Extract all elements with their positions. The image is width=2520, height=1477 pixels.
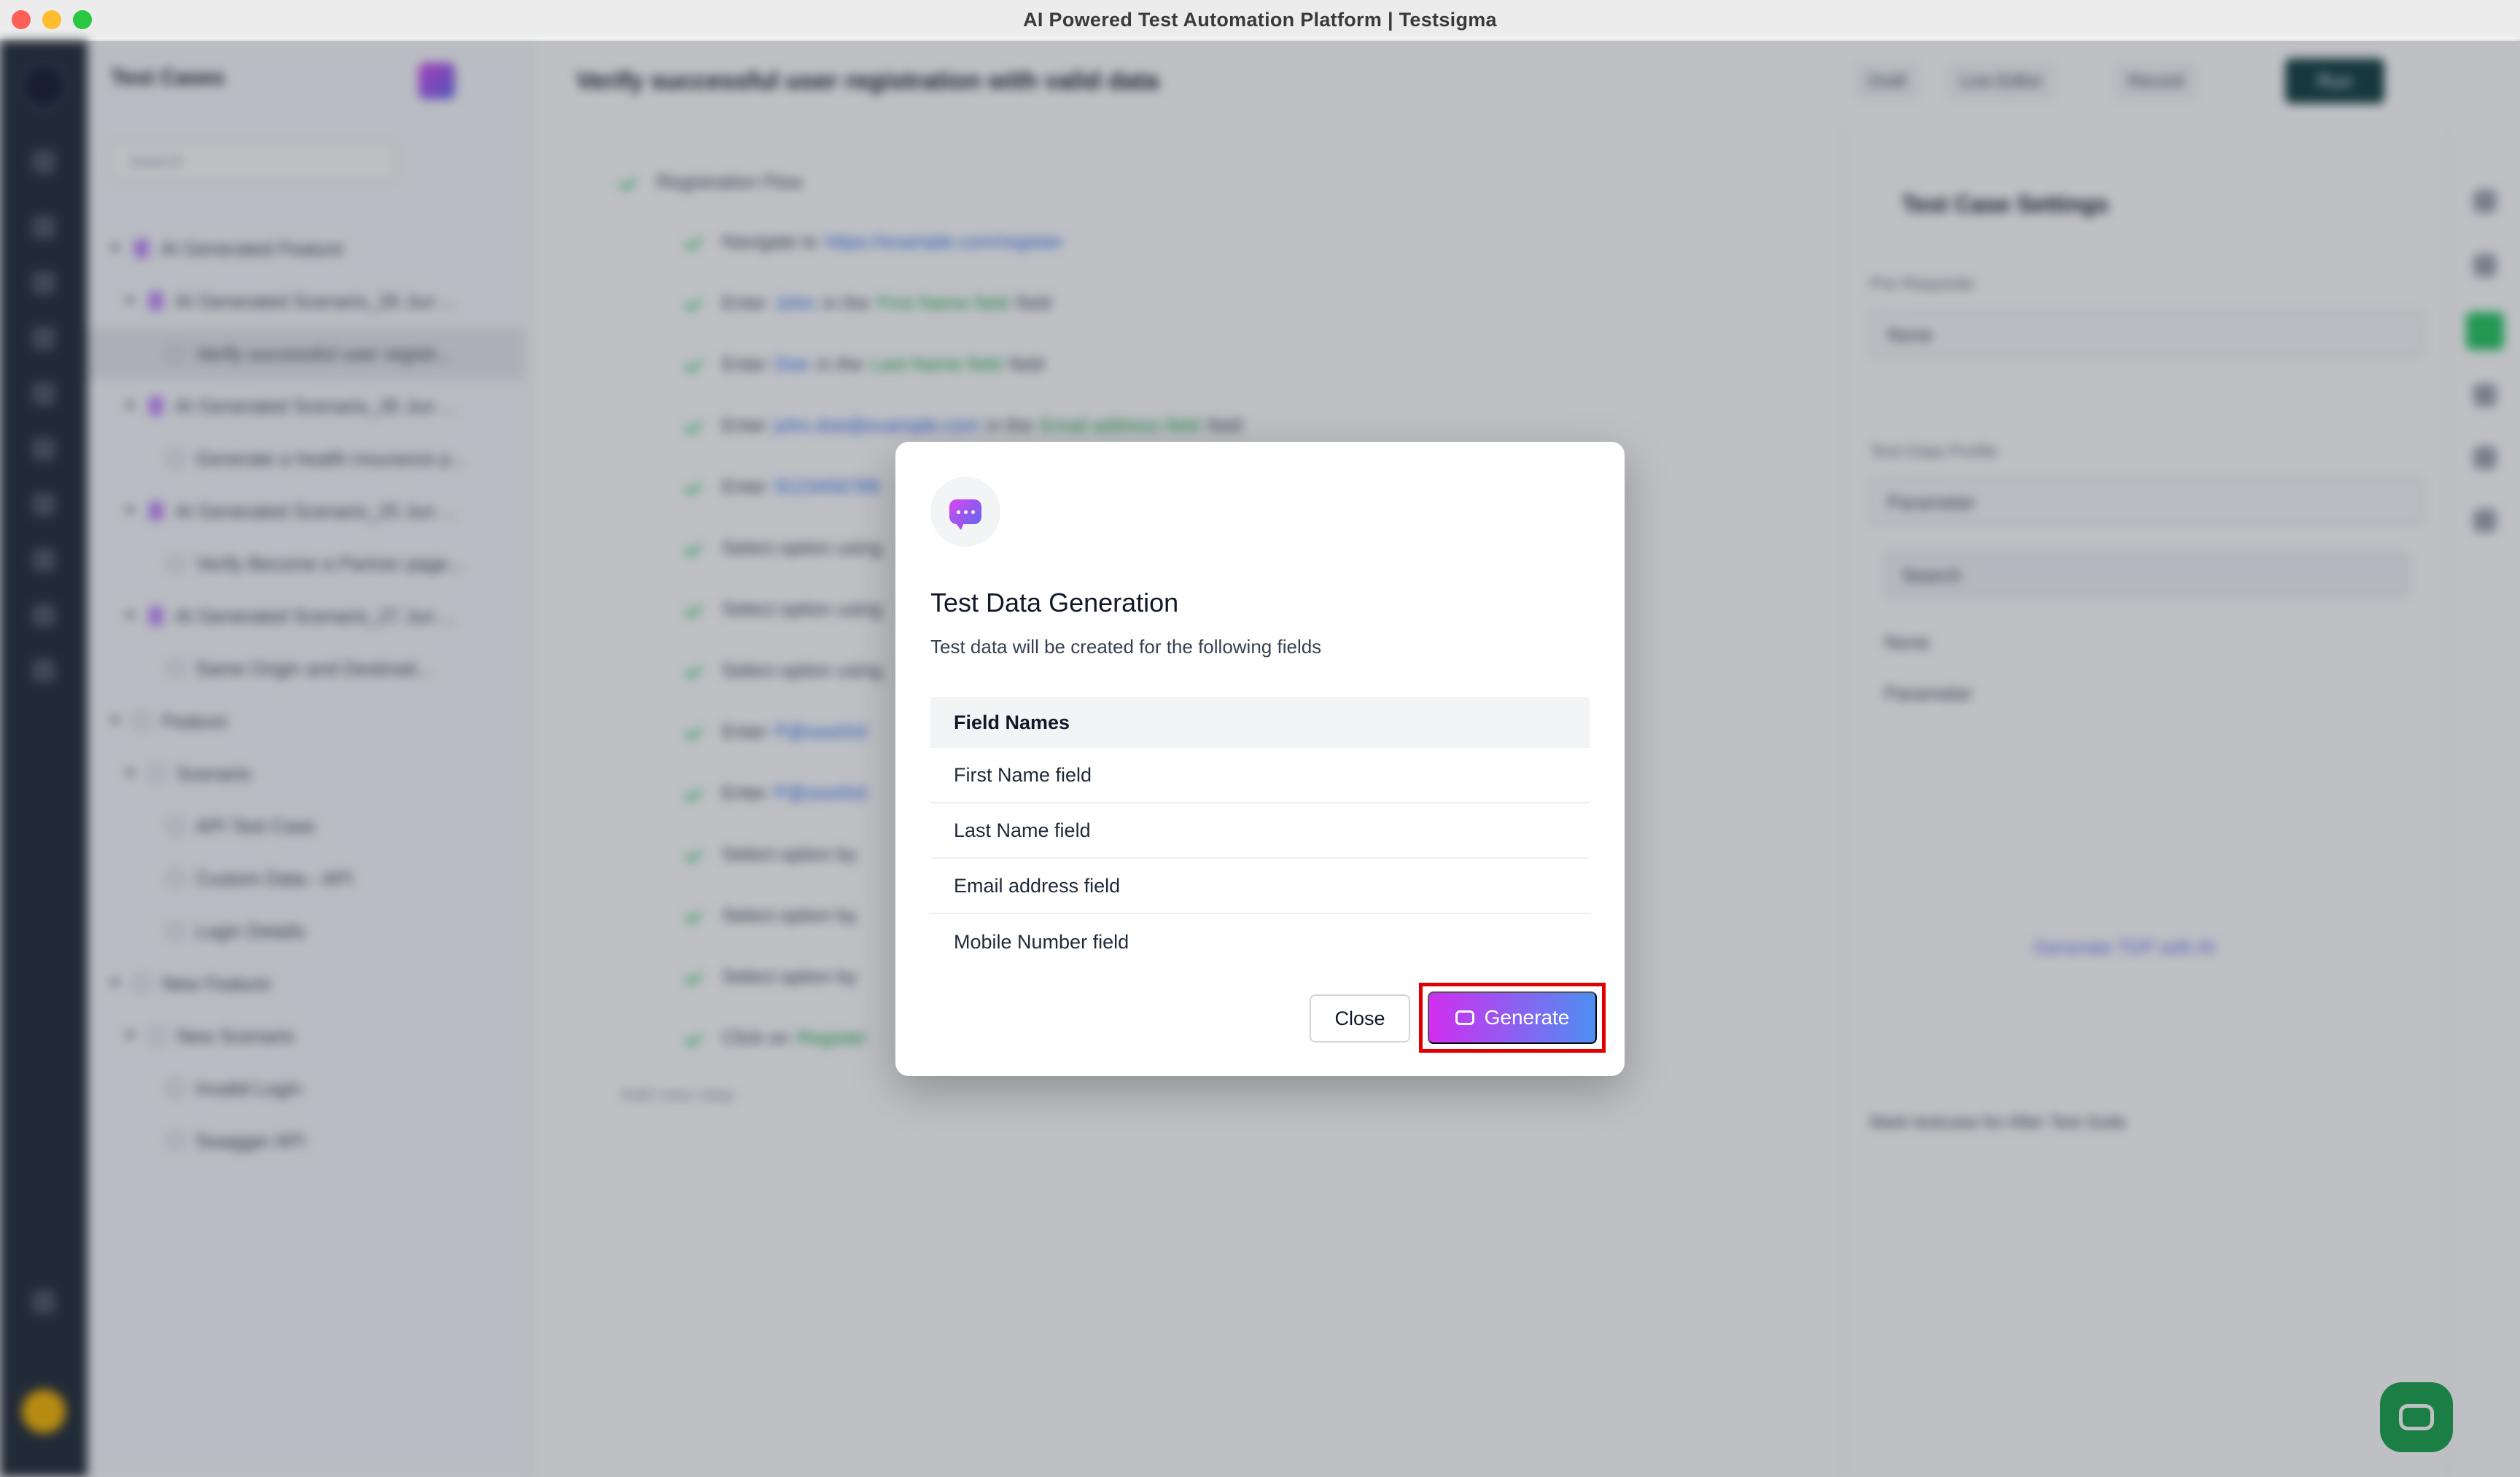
window-title: AI Powered Test Automation Platform | Te… [1023,8,1497,31]
table-row: First Name field [930,748,1590,803]
generate-button[interactable]: Generate [1428,991,1597,1044]
chat-bot-icon [930,477,1000,547]
close-window-button[interactable] [12,10,31,29]
test-data-generation-dialog: Test Data Generation Test data will be c… [895,442,1625,1076]
window-title-bar: AI Powered Test Automation Platform | Te… [0,0,2520,41]
field-names-table: Field Names First Name field Last Name f… [930,697,1590,970]
dialog-subtitle: Test data will be created for the follow… [930,636,1322,658]
generate-label: Generate [1484,1006,1570,1029]
minimize-window-button[interactable] [42,10,61,29]
maximize-window-button[interactable] [73,10,92,29]
table-row: Mobile Number field [954,930,1129,953]
dialog-title: Test Data Generation [930,588,1179,617]
window-controls [12,10,92,29]
close-button[interactable]: Close [1310,994,1410,1043]
chat-bubble-icon [1455,1010,1474,1025]
table-row: Last Name field [930,803,1590,859]
table-row: Email address field [930,859,1590,914]
table-header: Field Names [930,697,1590,748]
